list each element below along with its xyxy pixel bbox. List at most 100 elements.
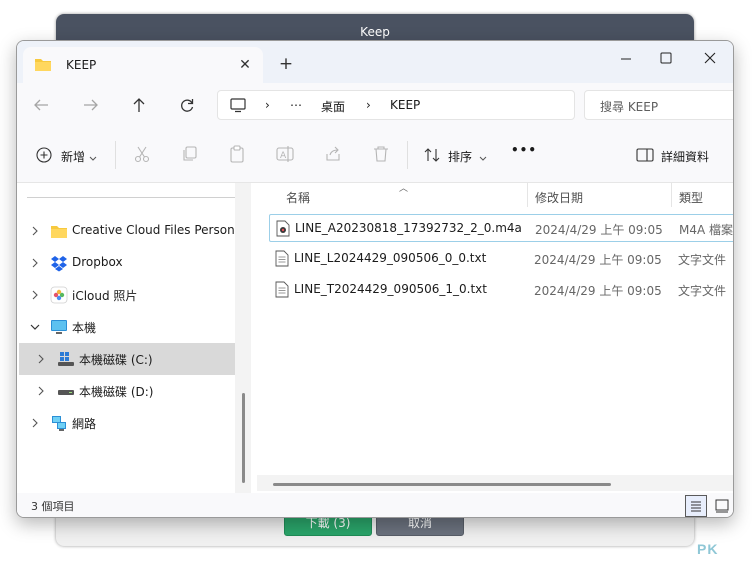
nav-label: 本機磁碟 (D:) [79, 385, 154, 399]
status-bar: 3 個項目 [17, 493, 733, 517]
file-type: 文字文件 [678, 284, 727, 298]
file-row[interactable]: LINE_T2024429_090506_1_0.txt 2024/4/29 上… [269, 276, 733, 304]
close-tab-icon[interactable]: ✕ [235, 55, 255, 75]
file-name: LINE_L2024429_090506_0_0.txt [294, 251, 487, 265]
sort-button[interactable]: 排序 [423, 145, 489, 167]
dropbox-icon [50, 254, 68, 272]
breadcrumb-keep[interactable]: KEEP [390, 98, 420, 112]
close-window-icon[interactable] [695, 45, 725, 71]
audio-file-icon [276, 220, 290, 240]
maximize-icon[interactable] [651, 45, 681, 71]
file-explorer-window: KEEP ✕ + › ⋯ 桌面 › KEEP 搜尋 KEEP 新增 A 排序 •… [16, 40, 734, 518]
item-count: 3 個項目 [31, 500, 75, 513]
breadcrumb-overflow[interactable]: ⋯ [290, 98, 302, 112]
breadcrumb-desktop[interactable]: 桌面 [321, 98, 345, 115]
network-icon [50, 414, 68, 432]
nav-item-creative-cloud[interactable]: Creative Cloud Files Personal [19, 215, 245, 247]
file-type: 文字文件 [678, 253, 727, 267]
nav-item-this-pc[interactable]: 本機 [19, 311, 235, 343]
refresh-icon[interactable] [173, 91, 201, 119]
monitor-icon [230, 98, 246, 116]
nav-item-network[interactable]: 網路 [19, 407, 235, 439]
back-icon[interactable] [27, 91, 55, 119]
chevron-down-icon [479, 151, 487, 165]
sort-icon [423, 147, 441, 166]
nav-label: 本機磁碟 (C:) [79, 353, 153, 367]
file-type: M4A 檔案 [679, 223, 734, 237]
icloud-photos-icon [50, 286, 68, 304]
column-name[interactable]: 名稱 [286, 189, 310, 206]
nav-label: Creative Cloud Files Personal [72, 223, 246, 237]
nav-item-drive-d[interactable]: 本機磁碟 (D:) [19, 375, 235, 407]
chevron-right-icon[interactable] [29, 257, 41, 269]
plus-circle-icon [36, 147, 52, 166]
sort-ascending-icon: ︿ [399, 184, 409, 194]
delete-icon[interactable] [372, 145, 390, 167]
search-placeholder: 搜尋 KEEP [600, 100, 659, 114]
horizontal-scrollbar-thumb[interactable] [273, 483, 611, 486]
up-icon[interactable] [125, 91, 153, 119]
nav-item-icloud-photos[interactable]: iCloud 照片 [19, 279, 235, 311]
file-row[interactable]: LINE_A20230818_17392732_2_0.m4a 2024/4/2… [269, 214, 734, 242]
file-name: LINE_T2024429_090506_1_0.txt [294, 282, 487, 296]
chevron-right-icon[interactable] [35, 385, 47, 397]
command-bar: 新增 A 排序 ••• 詳細資料 [17, 127, 733, 183]
file-date: 2024/4/29 上午 09:05 [534, 253, 662, 267]
nav-label: 本機 [72, 321, 97, 335]
file-name: LINE_A20230818_17392732_2_0.m4a [295, 221, 522, 235]
large-icons-view-icon[interactable] [711, 495, 733, 517]
tab-keep[interactable]: KEEP ✕ [23, 47, 263, 83]
chevron-right-icon[interactable] [35, 353, 47, 365]
horizontal-scrollbar[interactable] [257, 475, 733, 491]
column-date-modified[interactable]: 修改日期 [535, 189, 583, 206]
rename-icon[interactable]: A [276, 145, 294, 167]
address-box[interactable]: › ⋯ 桌面 › KEEP [217, 90, 575, 120]
more-options-icon[interactable]: ••• [511, 143, 537, 165]
breadcrumb-chevron-icon: › [265, 98, 270, 112]
chevron-right-icon[interactable] [29, 289, 41, 301]
new-label: 新增 [61, 150, 86, 164]
nav-label: 網路 [72, 417, 97, 431]
search-box[interactable]: 搜尋 KEEP [584, 90, 733, 120]
chevron-right-icon[interactable] [29, 417, 41, 429]
column-type[interactable]: 類型 [679, 189, 703, 206]
share-icon[interactable] [324, 145, 342, 167]
nav-item-dropbox[interactable]: Dropbox [19, 247, 235, 279]
text-file-icon [275, 281, 289, 301]
sort-label: 排序 [448, 150, 473, 164]
drive-icon [57, 382, 75, 400]
navigation-pane: Creative Cloud Files Personal Dropbox iC… [17, 183, 253, 493]
tab-bar: KEEP ✕ + [17, 41, 733, 83]
copy-icon[interactable] [181, 145, 199, 167]
details-view-icon[interactable] [685, 495, 707, 517]
chevron-down-icon[interactable] [29, 321, 41, 333]
nav-scrollbar-thumb[interactable] [242, 393, 245, 483]
new-tab-icon[interactable]: + [275, 53, 297, 75]
details-pane-icon [636, 148, 654, 165]
creative-cloud-folder-icon [50, 222, 68, 240]
text-file-icon [275, 250, 289, 270]
address-bar: › ⋯ 桌面 › KEEP 搜尋 KEEP [17, 83, 733, 127]
watermark: PK [697, 541, 719, 557]
file-list: ︿ 名稱 修改日期 類型 LINE_A20230818_17392732_2_0… [257, 183, 734, 493]
chevron-down-icon [89, 151, 97, 165]
folder-icon [34, 57, 52, 75]
cut-icon[interactable] [133, 145, 151, 167]
paste-icon[interactable] [228, 145, 246, 167]
svg-text:A: A [280, 151, 287, 161]
file-row[interactable]: LINE_L2024429_090506_0_0.txt 2024/4/29 上… [269, 245, 733, 273]
nav-item-drive-c[interactable]: 本機磁碟 (C:) [19, 343, 235, 375]
details-label: 詳細資料 [661, 150, 710, 164]
computer-icon [50, 318, 68, 336]
tab-title: KEEP [66, 58, 97, 72]
nav-label: iCloud 照片 [72, 289, 138, 303]
breadcrumb-chevron-icon: › [366, 98, 371, 112]
details-pane-button[interactable]: 詳細資料 [636, 145, 728, 167]
forward-icon[interactable] [77, 91, 105, 119]
minimize-icon[interactable] [611, 45, 641, 71]
nav-label: Dropbox [72, 255, 123, 269]
new-button[interactable]: 新增 [35, 145, 101, 167]
nav-scrollbar[interactable] [235, 183, 251, 493]
file-date: 2024/4/29 上午 09:05 [535, 223, 663, 237]
chevron-right-icon[interactable] [29, 225, 41, 237]
